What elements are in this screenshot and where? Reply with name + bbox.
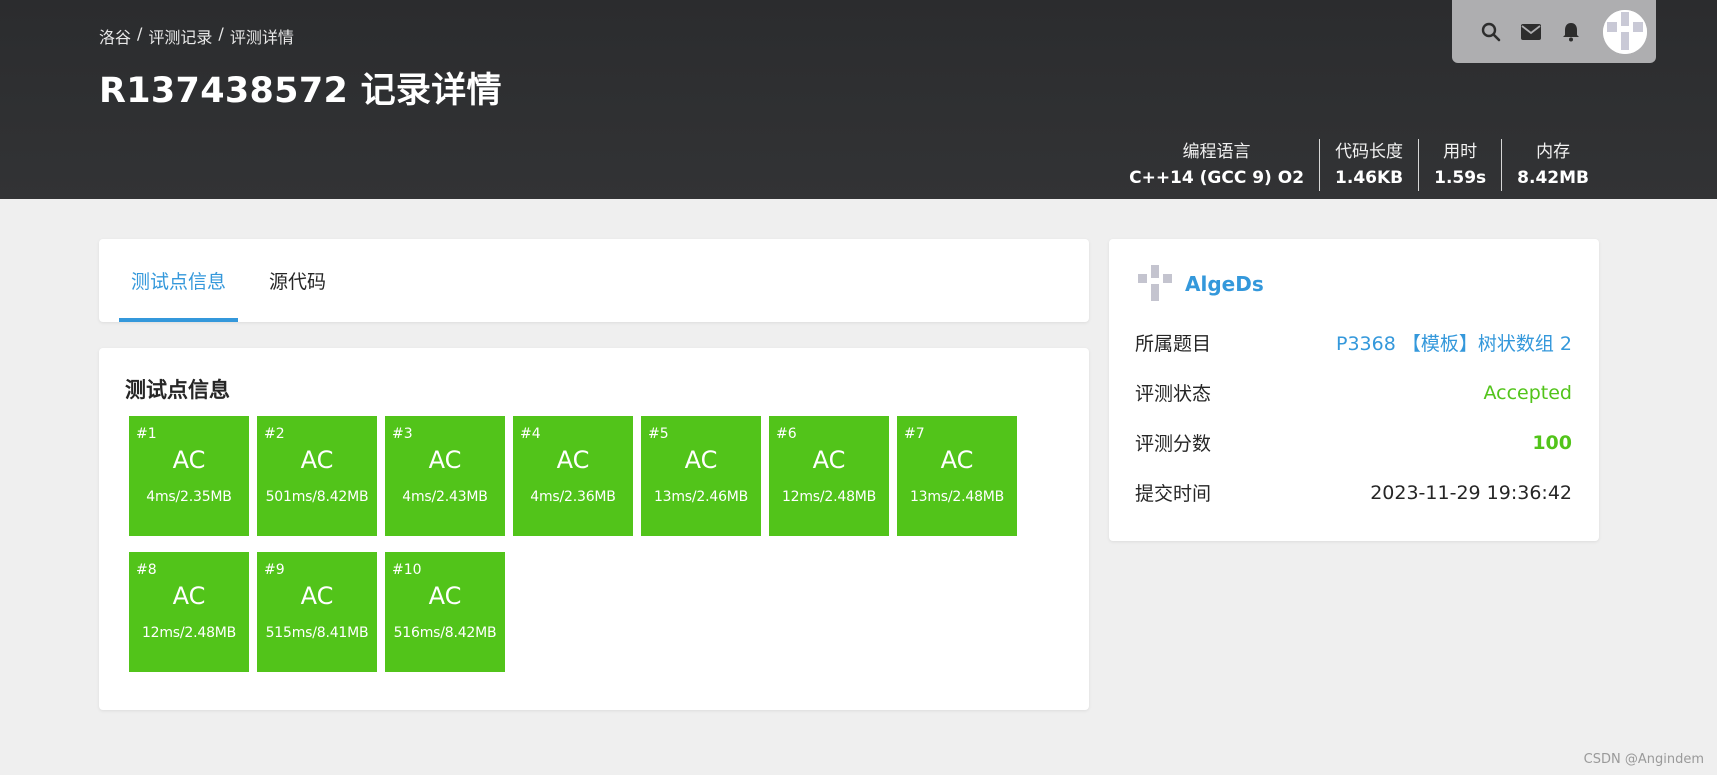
watermark: CSDN @Angindem <box>1583 752 1704 767</box>
tabs-card: 测试点信息 源代码 <box>99 239 1089 322</box>
stat-language: 编程语言 C++14 (GCC 9) O2 <box>1114 139 1319 191</box>
page-title: R137438572 记录详情 <box>99 71 502 111</box>
breadcrumb-separator: / <box>218 24 224 43</box>
testcase-time-memory: 501ms/8.42MB <box>265 489 369 505</box>
bell-icon[interactable] <box>1560 21 1582 43</box>
testcase-status: AC <box>940 446 974 474</box>
submission-stats: 编程语言 C++14 (GCC 9) O2 代码长度 1.46KB 用时 1.5… <box>1114 139 1604 191</box>
testcases-card: 测试点信息 #1 AC 4ms/2.35MB #2 AC 501ms/8.42M… <box>99 348 1089 710</box>
testcase-status: AC <box>556 446 590 474</box>
testcase-id: #10 <box>392 562 422 578</box>
testcase-status: AC <box>812 446 846 474</box>
testcase-time-memory: 12ms/2.48MB <box>141 625 237 641</box>
mail-icon[interactable] <box>1520 21 1542 43</box>
breadcrumb: 洛谷 / 评测记录 / 评测详情 <box>99 24 294 48</box>
info-row-problem: 所属题目 P3368 【模板】树状数组 2 <box>1135 329 1572 356</box>
stat-value: C++14 (GCC 9) O2 <box>1129 168 1305 188</box>
stat-label: 内存 <box>1536 142 1571 162</box>
submitter-avatar[interactable] <box>1135 264 1175 304</box>
tab-source-code[interactable]: 源代码 <box>269 239 326 322</box>
testcase-status: AC <box>300 582 334 610</box>
testcase-time-memory: 4ms/2.36MB <box>530 489 616 505</box>
testcase-id: #4 <box>520 426 541 442</box>
testcase-tile[interactable]: #10 AC 516ms/8.42MB <box>385 552 505 672</box>
info-row-score: 评测分数 100 <box>1135 429 1572 456</box>
stat-label: 编程语言 <box>1182 142 1251 162</box>
testcases-title: 测试点信息 <box>125 378 230 402</box>
stat-code-length: 代码长度 1.46KB <box>1319 139 1418 191</box>
user-avatar[interactable] <box>1603 9 1647 54</box>
testcase-status: AC <box>300 446 334 474</box>
search-icon[interactable] <box>1480 21 1502 43</box>
testcase-time-memory: 4ms/2.35MB <box>146 489 232 505</box>
stat-value: 1.59s <box>1434 168 1487 188</box>
testcase-tile[interactable]: #1 AC 4ms/2.35MB <box>129 416 249 536</box>
testcase-id: #3 <box>392 426 413 442</box>
testcase-tile[interactable]: #5 AC 13ms/2.46MB <box>641 416 761 536</box>
stat-label: 用时 <box>1443 142 1478 162</box>
testcase-time-memory: 12ms/2.48MB <box>781 489 877 505</box>
testcase-time-memory: 515ms/8.41MB <box>265 625 369 641</box>
testcase-id: #6 <box>776 426 797 442</box>
testcase-status: AC <box>684 446 718 474</box>
testcase-id: #2 <box>264 426 285 442</box>
testcase-status: AC <box>428 446 462 474</box>
testcases-grid: #1 AC 4ms/2.35MB #2 AC 501ms/8.42MB #3 A… <box>129 416 1029 672</box>
breadcrumb-records-link[interactable]: 评测记录 <box>148 24 212 48</box>
info-row-status: 评测状态 Accepted <box>1135 379 1572 406</box>
testcase-tile[interactable]: #3 AC 4ms/2.43MB <box>385 416 505 536</box>
submitter: AlgeDs <box>1135 264 1264 304</box>
status-label: 评测状态 <box>1135 383 1212 405</box>
testcase-tile[interactable]: #7 AC 13ms/2.48MB <box>897 416 1017 536</box>
testcase-id: #1 <box>136 426 157 442</box>
testcase-id: #5 <box>648 426 669 442</box>
testcase-tile[interactable]: #6 AC 12ms/2.48MB <box>769 416 889 536</box>
stat-value: 1.46KB <box>1335 168 1404 188</box>
breadcrumb-separator: / <box>137 24 143 43</box>
testcase-time-memory: 516ms/8.42MB <box>393 625 497 641</box>
problem-link[interactable]: P3368 【模板】树状数组 2 <box>1336 329 1572 356</box>
testcase-id: #8 <box>136 562 157 578</box>
user-nav <box>1452 0 1656 63</box>
stat-time: 用时 1.59s <box>1418 139 1501 191</box>
testcase-id: #7 <box>904 426 925 442</box>
testcase-time-memory: 4ms/2.43MB <box>402 489 488 505</box>
testcase-tile[interactable]: #4 AC 4ms/2.36MB <box>513 416 633 536</box>
testcase-id: #9 <box>264 562 285 578</box>
testcase-status: AC <box>428 582 462 610</box>
stat-label: 代码长度 <box>1335 142 1404 162</box>
testcase-time-memory: 13ms/2.46MB <box>653 489 749 505</box>
testcase-status: AC <box>172 446 206 474</box>
info-row-submit-time: 提交时间 2023-11-29 19:36:42 <box>1135 479 1572 506</box>
score-label: 评测分数 <box>1135 433 1212 455</box>
stat-memory: 内存 8.42MB <box>1501 139 1604 191</box>
page-header: 洛谷 / 评测记录 / 评测详情 R137438572 记录详情 编程语言 C+… <box>0 0 1717 199</box>
submitter-username[interactable]: AlgeDs <box>1185 272 1264 296</box>
status-value: Accepted <box>1483 381 1572 404</box>
testcase-time-memory: 13ms/2.48MB <box>909 489 1005 505</box>
testcase-tile[interactable]: #2 AC 501ms/8.42MB <box>257 416 377 536</box>
tab-testcase-info[interactable]: 测试点信息 <box>119 239 238 322</box>
submission-info-card: AlgeDs 所属题目 P3368 【模板】树状数组 2 评测状态 Accept… <box>1109 239 1599 541</box>
submit-time-label: 提交时间 <box>1135 483 1212 505</box>
stat-value: 8.42MB <box>1517 168 1589 188</box>
score-value: 100 <box>1532 431 1572 454</box>
problem-label: 所属题目 <box>1135 333 1212 355</box>
testcase-tile[interactable]: #9 AC 515ms/8.41MB <box>257 552 377 672</box>
breadcrumb-current: 评测详情 <box>229 28 294 47</box>
breadcrumb-home-link[interactable]: 洛谷 <box>99 24 131 48</box>
submit-time-value: 2023-11-29 19:36:42 <box>1370 481 1572 504</box>
testcase-status: AC <box>172 582 206 610</box>
testcase-tile[interactable]: #8 AC 12ms/2.48MB <box>129 552 249 672</box>
